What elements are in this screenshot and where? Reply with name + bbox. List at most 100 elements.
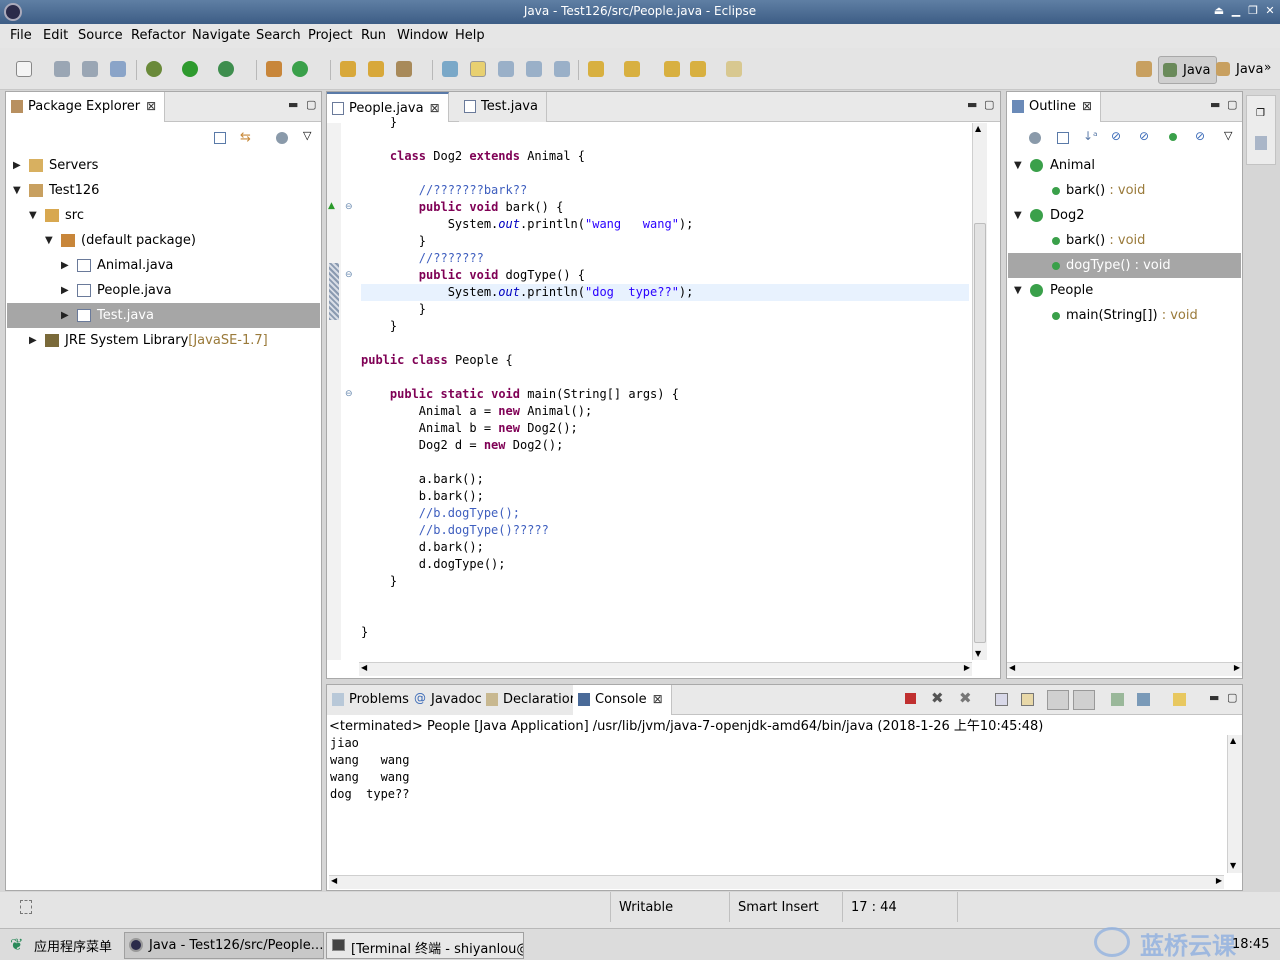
hide-fields-icon[interactable]: ⊘ [1111, 129, 1121, 143]
tab-package-explorer[interactable]: Package Explorer ⊠ [6, 92, 166, 122]
show-on-stderr-icon[interactable] [1073, 690, 1095, 710]
code-line[interactable]: public void dogType() { [361, 267, 969, 284]
editor-vertical-scrollbar[interactable]: ▲ ▼ [972, 123, 987, 660]
save-icon[interactable] [54, 61, 70, 77]
new-class-icon[interactable] [292, 61, 308, 77]
console-vertical-scrollbar[interactable]: ▲ ▼ [1227, 735, 1242, 873]
tree-item[interactable]: ▼ Test126 [7, 178, 320, 203]
remove-launch-icon[interactable]: ✖ [931, 689, 944, 707]
close-icon[interactable]: ⊠ [1082, 99, 1092, 113]
menu-window[interactable]: Window [397, 28, 448, 43]
toggle-breadcrumb-icon[interactable] [442, 61, 458, 77]
pin-console-icon[interactable] [1111, 693, 1124, 706]
menu-file[interactable]: File [10, 28, 32, 43]
tab-outline[interactable]: Outline ⊠ [1007, 92, 1102, 122]
tab-javadoc[interactable]: @ Javadoc [409, 685, 491, 715]
editor-horizontal-scrollbar[interactable]: ◀ ▶ [359, 662, 972, 676]
code-line[interactable]: b.bark(); [361, 488, 969, 505]
open-resource-icon[interactable] [368, 61, 384, 77]
scroll-up-icon[interactable]: ▲ [975, 124, 981, 133]
code-line[interactable]: } [361, 233, 969, 250]
focus-task-icon[interactable] [276, 132, 288, 144]
menu-edit[interactable]: Edit [43, 28, 68, 43]
code-line[interactable]: Dog2 d = new Dog2(); [361, 437, 969, 454]
code-line[interactable] [361, 369, 969, 386]
minimize-view-icon[interactable]: ▬ [1209, 691, 1219, 704]
expand-arrow-icon[interactable]: ▶ [61, 303, 69, 328]
scroll-thumb[interactable] [974, 223, 986, 643]
sort-icon[interactable]: ↓ᵃ [1083, 129, 1098, 143]
menu-search[interactable]: Search [256, 28, 301, 43]
collapse-arrow-icon[interactable]: ▼ [29, 203, 37, 228]
code-line[interactable] [361, 335, 969, 352]
save-all-icon[interactable] [82, 61, 98, 77]
restore-window-button[interactable]: ❐ [1246, 4, 1260, 18]
expand-arrow-icon[interactable]: ▶ [29, 328, 37, 353]
restore-icon[interactable]: ❐ [1256, 108, 1265, 119]
new-java-project-icon[interactable] [266, 61, 282, 77]
code-line[interactable]: class Dog2 extends Animal { [361, 148, 969, 165]
focus-task-icon[interactable] [1029, 132, 1041, 144]
link-with-editor-icon[interactable]: ⇆ [240, 130, 251, 145]
outline-item[interactable]: bark() : void [1008, 178, 1241, 203]
menu-help[interactable]: Help [455, 28, 485, 43]
coverage-icon[interactable] [218, 61, 234, 77]
minimize-window-button[interactable]: ▁ [1229, 4, 1243, 18]
code-line[interactable] [361, 607, 969, 624]
maximize-editor-icon[interactable]: ▢ [984, 98, 994, 111]
code-line[interactable]: //??????? [361, 250, 969, 267]
code-line[interactable]: a.bark(); [361, 471, 969, 488]
show-on-stdout-icon[interactable] [1047, 690, 1069, 710]
menu-run[interactable]: Run [361, 28, 386, 43]
scroll-left-icon[interactable]: ◀ [1009, 663, 1015, 672]
maximize-view-icon[interactable]: ▢ [1227, 98, 1237, 111]
open-perspective-icon[interactable] [1136, 61, 1152, 77]
taskbar-terminal-window[interactable]: [Terminal 终端 - shiyanlou@… [326, 932, 524, 959]
code-line[interactable]: d.dogType(); [361, 556, 969, 573]
maximize-view-icon[interactable]: ▢ [306, 98, 316, 111]
fold-icon[interactable]: ⊖ [345, 270, 353, 280]
code-line[interactable]: } [361, 318, 969, 335]
code-line[interactable] [361, 454, 969, 471]
tree-item[interactable]: ▶ Test.java [7, 303, 320, 328]
scroll-lock-icon[interactable] [1021, 693, 1034, 706]
new-icon[interactable] [16, 61, 32, 77]
display-console-icon[interactable] [1137, 693, 1150, 706]
collapse-arrow-icon[interactable]: ▼ [1014, 153, 1022, 178]
code-line[interactable]: } [361, 624, 969, 641]
scroll-right-icon[interactable]: ▶ [964, 663, 970, 672]
code-line[interactable]: d.bark(); [361, 539, 969, 556]
expand-arrow-icon[interactable]: ▶ [13, 153, 21, 178]
print-icon[interactable] [110, 61, 126, 77]
outline-horizontal-scrollbar[interactable]: ◀ ▶ [1007, 662, 1242, 676]
open-type-icon[interactable] [340, 61, 356, 77]
next-annotation-icon[interactable] [588, 61, 604, 77]
code-line[interactable]: Animal a = new Animal(); [361, 403, 969, 420]
forward-icon[interactable] [726, 61, 742, 77]
code-line[interactable]: System.out.println("dog type??"); [361, 284, 969, 301]
minimize-view-icon[interactable]: ▬ [288, 98, 298, 111]
back-icon[interactable] [690, 61, 706, 77]
scroll-up-icon[interactable]: ▲ [1230, 736, 1236, 745]
tree-item[interactable]: ▼ src [7, 203, 320, 228]
tree-item[interactable]: ▶ People.java [7, 278, 320, 303]
perspective-java-button[interactable]: Java [1158, 56, 1218, 84]
scroll-down-icon[interactable]: ▼ [975, 649, 981, 658]
more-perspectives-icon[interactable]: » [1264, 60, 1271, 74]
expand-arrow-icon[interactable]: ▶ [61, 278, 69, 303]
code-line[interactable]: } [361, 301, 969, 318]
window-menu-icon[interactable]: ⏏ [1212, 4, 1226, 18]
outline-item[interactable]: ▼ Dog2 [1008, 203, 1241, 228]
tab-declaration[interactable]: Declaration [481, 685, 587, 715]
collapse-arrow-icon[interactable]: ▼ [45, 228, 53, 253]
menu-source[interactable]: Source [78, 28, 123, 43]
show-whitespace-icon[interactable] [526, 61, 542, 77]
outline-item[interactable]: ▼ People [1008, 278, 1241, 303]
search-icon[interactable] [396, 61, 412, 77]
close-icon[interactable]: ⊠ [146, 99, 156, 113]
mark-occurrences-icon[interactable] [470, 61, 486, 77]
scroll-left-icon[interactable]: ◀ [331, 876, 337, 885]
fold-icon[interactable]: ⊖ [345, 202, 353, 212]
code-line[interactable]: Animal b = new Dog2(); [361, 420, 969, 437]
last-edit-location-icon[interactable] [664, 61, 680, 77]
